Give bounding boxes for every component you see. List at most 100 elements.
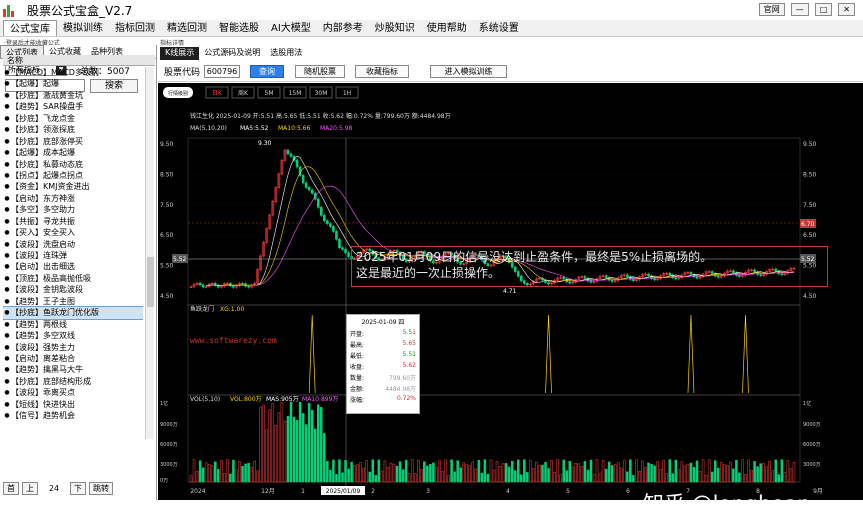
vol-tick-right: 6000万 xyxy=(803,442,821,448)
volume-bar xyxy=(477,460,481,483)
official-site-button[interactable]: 官网 xyxy=(758,3,785,16)
formula-list-item[interactable]: ● 【趋势】SAR操盘手 xyxy=(3,101,143,112)
tab-kline[interactable]: K线展示 xyxy=(160,47,200,60)
candle-body xyxy=(323,215,326,222)
menu-help[interactable]: 使用帮助 xyxy=(421,20,473,36)
tab-source[interactable]: 公式源码及说明 xyxy=(199,47,265,60)
random-stock-button[interactable]: 随机股票 xyxy=(295,65,346,78)
query-button[interactable]: 查询 xyxy=(250,65,285,78)
formula-list-item[interactable]: ● 【趋势】多空双线 xyxy=(3,330,143,341)
enter-simulation-button[interactable]: 进入模拟训练 xyxy=(430,65,508,78)
tooltip-key: 最低: xyxy=(350,353,365,360)
formula-name: 【抄底】领涨探底 xyxy=(11,125,75,135)
candle-body xyxy=(310,189,314,194)
minimize-button[interactable]: — xyxy=(790,3,809,16)
next-page-button[interactable]: 下 xyxy=(70,482,86,495)
vol-tick: 3000万 xyxy=(160,462,178,468)
formula-list-item[interactable]: ● 【启动】东方神涨 xyxy=(3,193,143,204)
formula-list-item[interactable]: ● 【启动】出击细选 xyxy=(3,261,143,272)
right-panel: 指标详情 K线展示 公式源码及说明 选股用法 股票代码 600796 查询 随机… xyxy=(158,37,863,516)
formula-list-item[interactable]: ● 【波段】金钥匙波段 xyxy=(3,284,143,295)
tooltip-row: 涨幅: 0.72% xyxy=(350,395,416,406)
jump-button[interactable]: 跳转 xyxy=(89,482,113,495)
stock-code-input[interactable]: 600796 xyxy=(204,65,241,78)
maximize-button[interactable]: □ xyxy=(814,3,833,16)
formula-list-item[interactable]: ● 【多空】多空助力 xyxy=(3,204,143,215)
menu-knowledge[interactable]: 炒股知识 xyxy=(369,20,421,36)
formula-list-item[interactable]: ● 【起爆】起爆 xyxy=(3,78,143,89)
formula-name: 【启动】东方神涨 xyxy=(11,193,75,203)
volume-bar xyxy=(729,461,732,483)
close-button[interactable]: ✕ xyxy=(838,3,855,16)
volume-bar xyxy=(695,460,699,483)
formula-list-item[interactable]: ● 【买入】安全买入 xyxy=(3,227,143,238)
formula-list-item[interactable]: ● 【抄底】底部涨停买 xyxy=(3,136,143,147)
menu-formula-library[interactable]: 公式宝库 xyxy=(3,20,57,36)
candle-body xyxy=(232,285,235,288)
volume-bar xyxy=(289,401,293,483)
formula-list-item[interactable]: ● 【趋势】两根线 xyxy=(3,319,143,330)
menu-indicator-backtest[interactable]: 指标回测 xyxy=(109,20,161,36)
formula-list-item[interactable]: ● 【抄底】飞龙点金 xyxy=(3,113,143,124)
tooltip-key: 开盘: xyxy=(350,331,365,338)
menu-selected-backtest[interactable]: 精选回测 xyxy=(161,20,213,36)
volume-label: MAS:905万 xyxy=(266,396,299,403)
volume-bar xyxy=(535,462,538,483)
formula-list-item[interactable]: ● 【起爆】成本起爆 xyxy=(3,147,143,158)
formula-list-item[interactable]: ● 【波段】连珠弹 xyxy=(3,250,143,261)
volume-bar xyxy=(577,463,581,483)
volume-label: MA10:899万 xyxy=(302,396,338,403)
menu-insider[interactable]: 内部参考 xyxy=(317,20,369,36)
formula-list-item[interactable]: ● 【波段】洗盘启动 xyxy=(3,239,143,250)
formula-list-item[interactable]: ● 【MACD】MACD多级别 xyxy=(3,67,143,78)
volume-bar xyxy=(601,460,605,483)
volume-bar xyxy=(250,466,253,483)
formula-list-item[interactable]: ● 【信号】趋势机会 xyxy=(3,410,143,421)
formula-list-item[interactable]: ● 【抄底】鱼跃龙门优化版 xyxy=(3,306,143,320)
volume-bar xyxy=(783,472,787,483)
formula-list-item[interactable]: ● 【波段】乖离买点 xyxy=(3,387,143,398)
formula-list-item[interactable]: ● 【波段】强势主力 xyxy=(3,342,143,353)
prev-page-button[interactable]: 上 xyxy=(22,482,38,495)
volume-bar xyxy=(259,406,262,483)
formula-list-item[interactable]: ● 【抄底】底部结构形成 xyxy=(3,376,143,387)
formula-name: 【抄底】激战黄金坑 xyxy=(11,90,83,100)
y-tick-right: 6.50 xyxy=(803,232,817,239)
formula-list-item[interactable]: ● 【趋势】王子主图 xyxy=(3,296,143,307)
kline-chart[interactable]: 行情级别 日K 周K 5M 15M 30M 1H 钱江生化 2025-01-09 开:5.… xyxy=(158,83,863,516)
volume-bar xyxy=(389,462,393,483)
formula-list-item[interactable]: ● 【抄底】私募动态底 xyxy=(3,159,143,170)
menu-smart-picker[interactable]: 智能选股 xyxy=(213,20,265,36)
page-number[interactable]: 24 xyxy=(41,484,67,493)
formula-list-item[interactable]: ● 【抄底】激战黄金坑 xyxy=(3,90,143,101)
volume-bar xyxy=(623,460,626,483)
formula-list-item[interactable]: ● 【趋势】擒黑马大牛 xyxy=(3,364,143,375)
bullet-icon: ● xyxy=(4,80,10,88)
scrollbar-thumb[interactable] xyxy=(147,257,154,307)
formula-list-item[interactable]: ● 【共振】寻龙共振 xyxy=(3,216,143,227)
favorite-indicator-button[interactable]: 收藏指标 xyxy=(355,65,410,78)
volume-bar xyxy=(516,459,520,483)
volume-bar xyxy=(750,470,753,483)
volume-bar xyxy=(426,465,429,483)
chart-svg[interactable]: 行情级别 日K 周K 5M 15M 30M 1H 钱江生化 2025-01-09 开:5.… xyxy=(158,83,863,500)
volume-bar xyxy=(674,459,678,483)
formula-list-item[interactable]: ● 【顶底】极品高抛低吸 xyxy=(3,273,143,284)
formula-name: 【启动】出击细选 xyxy=(11,262,75,272)
bullet-icon: ● xyxy=(4,412,10,420)
formula-list-item[interactable]: ● 【启动】离差粘合 xyxy=(3,353,143,364)
volume-bar xyxy=(441,471,444,483)
menu-settings[interactable]: 系统设置 xyxy=(473,20,525,36)
menu-ai-model[interactable]: AI大模型 xyxy=(265,20,317,36)
volume-bar xyxy=(647,462,650,483)
list-scrollbar[interactable] xyxy=(145,67,154,439)
first-page-button[interactable]: 首 xyxy=(3,482,19,495)
formula-list-item[interactable]: ● 【拐点】起爆点拐点 xyxy=(3,170,143,181)
formula-list-item[interactable]: ● 【抄底】领涨探底 xyxy=(3,124,143,135)
menu-simulation[interactable]: 模拟训练 xyxy=(57,20,109,36)
tab-usage[interactable]: 选股用法 xyxy=(265,47,307,60)
formula-list-item[interactable]: ● 【资金】KMJ资金进出 xyxy=(3,181,143,192)
formula-list-item[interactable]: ● 【短线】快进快出 xyxy=(3,399,143,410)
y-tick-right: 8.50 xyxy=(803,171,817,178)
volume-bar xyxy=(286,416,290,483)
